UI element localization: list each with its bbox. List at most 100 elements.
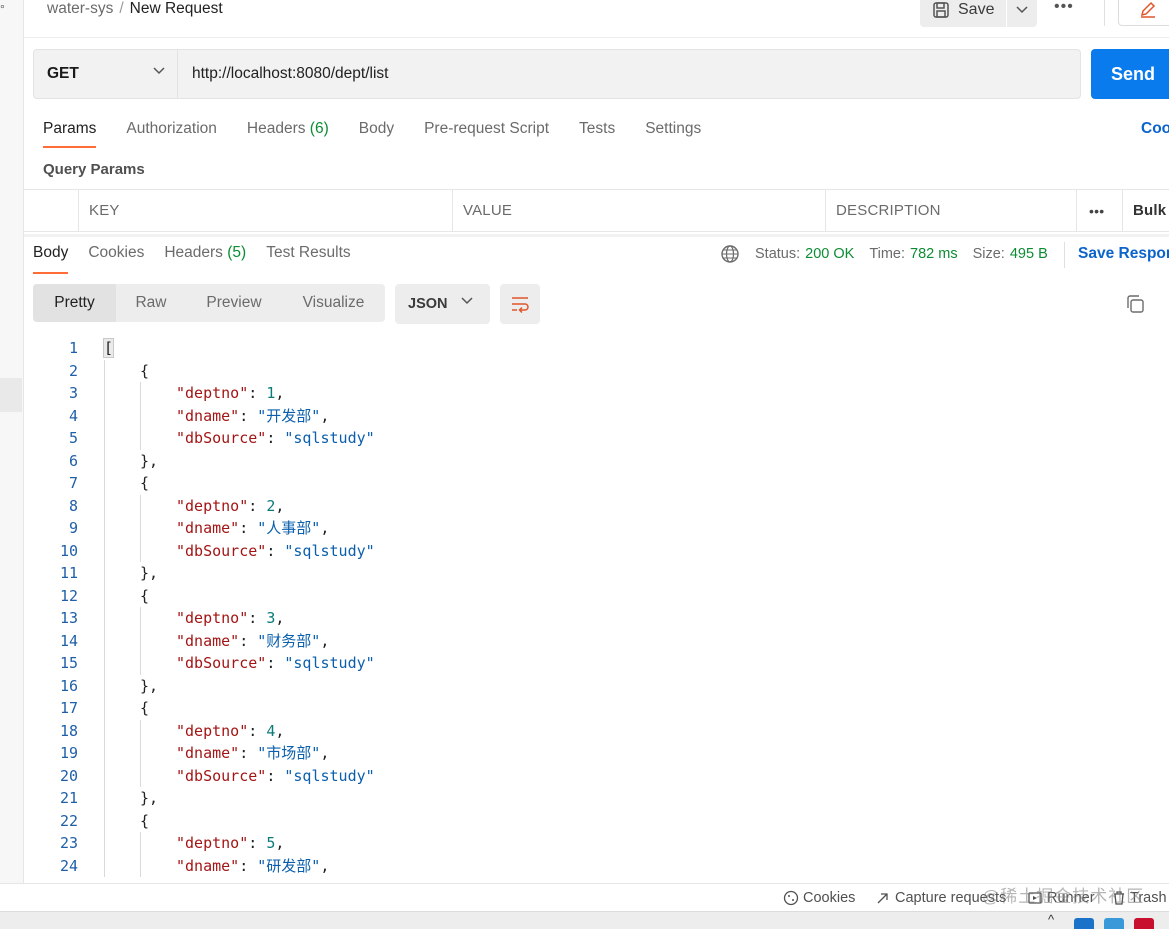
line-number: 9: [68, 519, 78, 537]
code-token: ,: [275, 834, 285, 852]
code-token: },: [140, 451, 159, 470]
save-options-button[interactable]: [1007, 0, 1037, 27]
code-text: {: [140, 472, 149, 495]
code-token: 4: [266, 721, 276, 740]
code-token: :: [239, 519, 258, 537]
code-token: :: [248, 609, 267, 627]
edit-button[interactable]: [1118, 0, 1169, 26]
code-token: },: [140, 564, 159, 582]
code-text: [: [102, 337, 115, 360]
code-text: "deptno": 2,: [176, 495, 284, 518]
pane-divider[interactable]: [24, 234, 1169, 237]
view-mode-visualize[interactable]: Visualize: [282, 284, 385, 322]
code-token: "dname": [176, 406, 240, 425]
sidebar-selected-item[interactable]: [0, 378, 22, 412]
code-line: 2{: [24, 360, 1169, 383]
code-text: "dname": "市场部",: [176, 742, 329, 765]
response-body-editor[interactable]: 1[2{3 "deptno": 1, 4 "dname": "开发部", 5 "dbSou…: [24, 337, 1169, 877]
send-button[interactable]: Send: [1091, 49, 1169, 99]
tab-pre-request-script[interactable]: Pre-request Script: [424, 118, 549, 150]
wrap-lines-button[interactable]: [500, 284, 540, 324]
globe-icon[interactable]: [720, 244, 740, 264]
code-token: "dbSource": [176, 766, 267, 785]
code-token: "市场部": [257, 744, 321, 762]
copy-icon[interactable]: [1124, 293, 1146, 315]
tab-authorization[interactable]: Authorization: [126, 118, 216, 150]
status-value[interactable]: 200 OK: [805, 246, 854, 262]
save-button[interactable]: Save: [920, 0, 1006, 27]
footer-cookies-button[interactable]: Cookies: [783, 890, 855, 906]
tray-chevron-up-icon[interactable]: ^: [1048, 912, 1054, 927]
bulk-edit-button[interactable]: Bulk: [1122, 190, 1169, 231]
code-token: ,: [320, 519, 330, 537]
code-line: 4 "dname": "开发部",: [24, 405, 1169, 428]
code-token: "研发部": [257, 856, 321, 875]
line-number: 18: [59, 721, 78, 740]
line-number: 12: [59, 586, 78, 605]
code-token: 3: [266, 609, 276, 627]
column-options-icon[interactable]: •••: [1076, 190, 1122, 231]
code-token: ,: [275, 496, 285, 515]
view-mode-raw[interactable]: Raw: [116, 284, 186, 322]
status-label: Status:: [755, 246, 801, 262]
tab-body[interactable]: Body: [359, 118, 394, 150]
tab-headers-label: Headers: [246, 120, 306, 137]
format-label: JSON: [408, 296, 448, 312]
tray-app-icon-1[interactable]: [1074, 918, 1094, 929]
tab-response-cookies[interactable]: Cookies: [88, 244, 144, 274]
cookies-link[interactable]: Coo: [1141, 120, 1169, 138]
tray-app-icon-2[interactable]: [1104, 918, 1124, 929]
code-token: "sqlstudy": [284, 654, 375, 672]
view-mode-preview[interactable]: Preview: [186, 284, 282, 322]
request-header: water-sys / New Request Save •••: [24, 0, 1169, 38]
view-mode-pretty[interactable]: Pretty: [33, 284, 116, 322]
save-response-button[interactable]: Save Respon: [1078, 245, 1169, 263]
tab-response-headers[interactable]: Headers (5): [164, 244, 246, 274]
code-text: {: [140, 585, 149, 608]
os-taskbar: ^: [0, 911, 1169, 929]
url-bar: GET: [33, 49, 1081, 99]
tray-app-icon-3[interactable]: [1134, 918, 1154, 929]
url-input[interactable]: [179, 50, 1080, 98]
column-value: VALUE: [452, 190, 825, 231]
tab-params[interactable]: Params: [43, 118, 97, 150]
method-label: GET: [47, 65, 79, 82]
code-token: 5: [266, 834, 276, 852]
line-number: 22: [59, 811, 78, 830]
tab-headers[interactable]: Headers (6): [247, 118, 329, 150]
status-divider: [1064, 242, 1065, 268]
code-token: "sqlstudy": [284, 766, 375, 785]
tab-tests[interactable]: Tests: [579, 118, 615, 150]
code-text: "dbSource": "sqlstudy": [176, 652, 375, 675]
code-text: {: [140, 810, 149, 833]
code-token: ,: [320, 406, 330, 425]
code-token: :: [266, 429, 285, 447]
capture-icon: [877, 893, 888, 904]
code-text: },: [140, 562, 158, 585]
code-text: "dname": "研发部",: [176, 855, 329, 878]
more-options-icon[interactable]: •••: [1054, 0, 1074, 16]
line-number: 8: [68, 496, 78, 515]
line-number: 14: [59, 631, 78, 650]
tab-response-body[interactable]: Body: [33, 244, 69, 274]
code-line: 13 "deptno": 3,: [24, 607, 1169, 630]
breadcrumb-request-name[interactable]: New Request: [130, 0, 223, 17]
time-value[interactable]: 782 ms: [910, 246, 958, 262]
save-label: Save: [958, 0, 995, 18]
code-token: "dname": [176, 744, 240, 762]
code-token: 1: [266, 384, 276, 402]
column-key: KEY: [78, 190, 452, 231]
code-token: ,: [320, 856, 330, 875]
code-token: "sqlstudy": [284, 541, 375, 560]
tab-test-results[interactable]: Test Results: [266, 244, 350, 274]
method-select[interactable]: GET: [34, 50, 178, 98]
line-number: 20: [59, 766, 78, 785]
tab-settings[interactable]: Settings: [645, 118, 701, 150]
sidebar-dot-icon: °: [0, 2, 5, 16]
code-line: 7{: [24, 472, 1169, 495]
breadcrumb-collection[interactable]: water-sys: [47, 0, 113, 17]
size-value[interactable]: 495 B: [1010, 246, 1048, 262]
line-number: 24: [59, 856, 78, 875]
code-token: "deptno": [176, 496, 249, 515]
format-select[interactable]: JSON: [395, 284, 490, 324]
